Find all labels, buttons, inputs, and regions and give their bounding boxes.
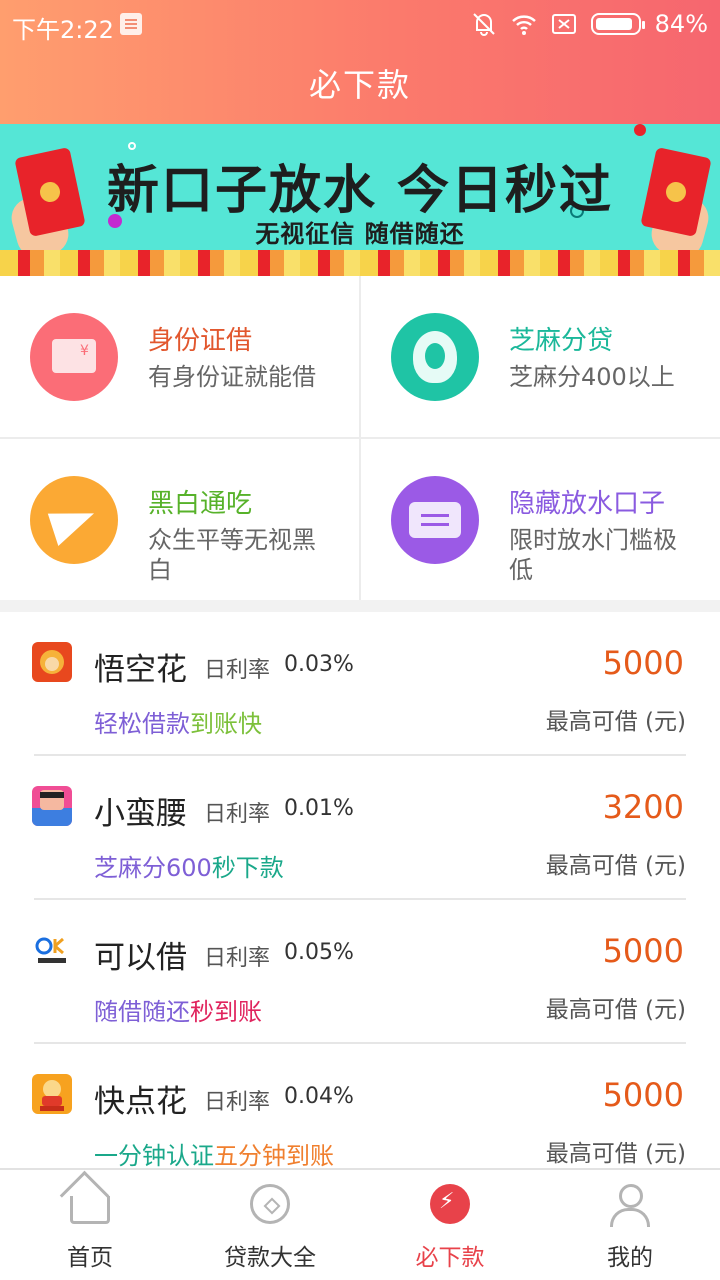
status-bar: 下午2:22 84% <box>0 0 720 50</box>
category-id-card[interactable]: 身份证借 有身份证就能借 <box>0 276 359 437</box>
promo-banner[interactable]: 新口子放水 今日秒过 无视征信 随借随还 <box>0 124 720 276</box>
banner-decoration-strip <box>0 250 720 276</box>
loan-item[interactable]: 快点花 日利率 0.04% 5000 一分钟认证五分钟到账 最高可借 (元) <box>0 1044 720 1168</box>
status-icons: 84% <box>471 10 708 38</box>
grid-divider <box>0 437 720 439</box>
battery-percent: 84% <box>654 10 708 38</box>
category-hidden[interactable]: 隐藏放水口子 限时放水门槛极低 <box>361 439 720 600</box>
banner-headline: 新口子放水 今日秒过 <box>106 161 614 221</box>
rate-value: 0.05% <box>284 940 354 965</box>
app-header: 下午2:22 84% 必下款 <box>0 0 720 124</box>
nav-home[interactable]: 首页 <box>0 1170 180 1280</box>
max-amount: 5000 <box>602 644 684 682</box>
loan-name: 可以借 <box>94 940 187 976</box>
nav-label: 贷款大全 <box>224 1245 316 1271</box>
loan-tag: 一分钟认证五分钟到账 <box>94 1136 334 1168</box>
max-amount: 3200 <box>602 788 684 826</box>
rate-label: 日利率 <box>204 946 271 971</box>
category-desc: 芝麻分400以上 <box>509 363 675 391</box>
category-sesame[interactable]: 芝麻分贷 芝麻分400以上 <box>361 276 720 437</box>
wukonghua-logo-icon <box>32 642 72 682</box>
nav-label: 首页 <box>67 1245 113 1271</box>
sesame-icon <box>391 313 479 401</box>
tag-part-a: 随借随还 <box>94 998 190 1026</box>
max-amount: 5000 <box>602 932 684 970</box>
rate-value: 0.04% <box>284 1084 354 1109</box>
user-icon <box>610 1184 650 1227</box>
max-amount-label: 最高可借 (元) <box>545 709 686 735</box>
loan-item[interactable]: 可以借 日利率 0.05% 5000 随借随还秒到账 最高可借 (元) <box>0 900 720 1044</box>
max-amount-label: 最高可借 (元) <box>545 853 686 879</box>
rate-value: 0.01% <box>284 796 354 821</box>
loan-name: 小蛮腰 <box>94 796 187 832</box>
max-amount: 5000 <box>602 1076 684 1114</box>
ticket-icon <box>391 476 479 564</box>
tag-part-b: 五分钟到账 <box>214 1142 334 1168</box>
nav-label: 必下款 <box>415 1245 485 1271</box>
kuaidianhua-logo-icon <box>32 1074 72 1114</box>
tag-part-b: 到账快 <box>190 710 262 738</box>
category-black-white[interactable]: 黑白通吃 众生平等无视黑白 <box>0 439 359 600</box>
bottom-nav: 首页 贷款大全 必下款 我的 <box>0 1168 720 1280</box>
rate-value: 0.03% <box>284 652 354 677</box>
loan-name: 悟空花 <box>94 652 187 688</box>
nav-loan-catalog[interactable]: 贷款大全 <box>180 1170 360 1280</box>
xiaomanyao-logo-icon <box>32 786 72 826</box>
tag-part-a: 芝麻分600 <box>94 854 212 882</box>
tag-part-a: 轻松借款 <box>94 710 190 738</box>
battery-icon <box>590 13 645 35</box>
nav-mine[interactable]: 我的 <box>540 1170 720 1280</box>
category-desc: 限时放水门槛极低 <box>509 526 677 584</box>
status-time: 下午2:22 <box>12 16 114 44</box>
loan-list: 悟空花 日利率 0.03% 5000 轻松借款到账快 最高可借 (元) 小蛮腰 … <box>0 612 720 1168</box>
category-title: 黑白通吃 <box>148 489 253 519</box>
max-amount-label: 最高可借 (元) <box>545 997 686 1023</box>
loan-item[interactable]: 悟空花 日利率 0.03% 5000 轻松借款到账快 最高可借 (元) <box>0 612 720 756</box>
no-sim-icon <box>551 14 576 34</box>
mute-bell-icon <box>472 13 495 36</box>
wifi-icon <box>511 15 536 35</box>
paper-plane-icon <box>30 476 118 564</box>
tag-part-b: 秒到账 <box>190 998 262 1026</box>
loan-tag: 轻松借款到账快 <box>94 704 262 739</box>
category-title: 芝麻分贷 <box>509 326 614 356</box>
tag-part-b: 秒下款 <box>211 854 284 882</box>
category-desc: 众生平等无视黑白 <box>148 526 316 584</box>
loan-name: 快点花 <box>94 1084 187 1120</box>
category-desc: 有身份证就能借 <box>148 363 316 391</box>
confetti-dot <box>634 124 646 136</box>
home-icon <box>70 1196 110 1224</box>
message-notification-icon <box>120 13 142 35</box>
tag-part-a: 一分钟认证 <box>94 1142 214 1168</box>
coin-icon <box>250 1184 290 1224</box>
loan-tag: 芝麻分600秒下款 <box>94 848 284 883</box>
keyijie-logo-icon <box>32 930 72 970</box>
rate-label: 日利率 <box>204 802 271 827</box>
page-title: 必下款 <box>308 66 411 104</box>
rate-label: 日利率 <box>204 658 271 683</box>
category-title: 身份证借 <box>148 326 253 356</box>
category-title: 隐藏放水口子 <box>509 489 666 519</box>
rate-label: 日利率 <box>204 1090 271 1115</box>
max-amount-label: 最高可借 (元) <box>545 1141 686 1167</box>
lightning-icon <box>430 1184 470 1224</box>
loan-item[interactable]: 小蛮腰 日利率 0.01% 3200 芝麻分600秒下款 最高可借 (元) <box>0 756 720 900</box>
loan-tag: 随借随还秒到账 <box>94 992 262 1027</box>
banner-subline: 无视征信 随借随还 <box>255 220 465 248</box>
id-card-icon <box>30 313 118 401</box>
nav-must-approve[interactable]: 必下款 <box>360 1170 540 1280</box>
nav-label: 我的 <box>607 1245 653 1271</box>
